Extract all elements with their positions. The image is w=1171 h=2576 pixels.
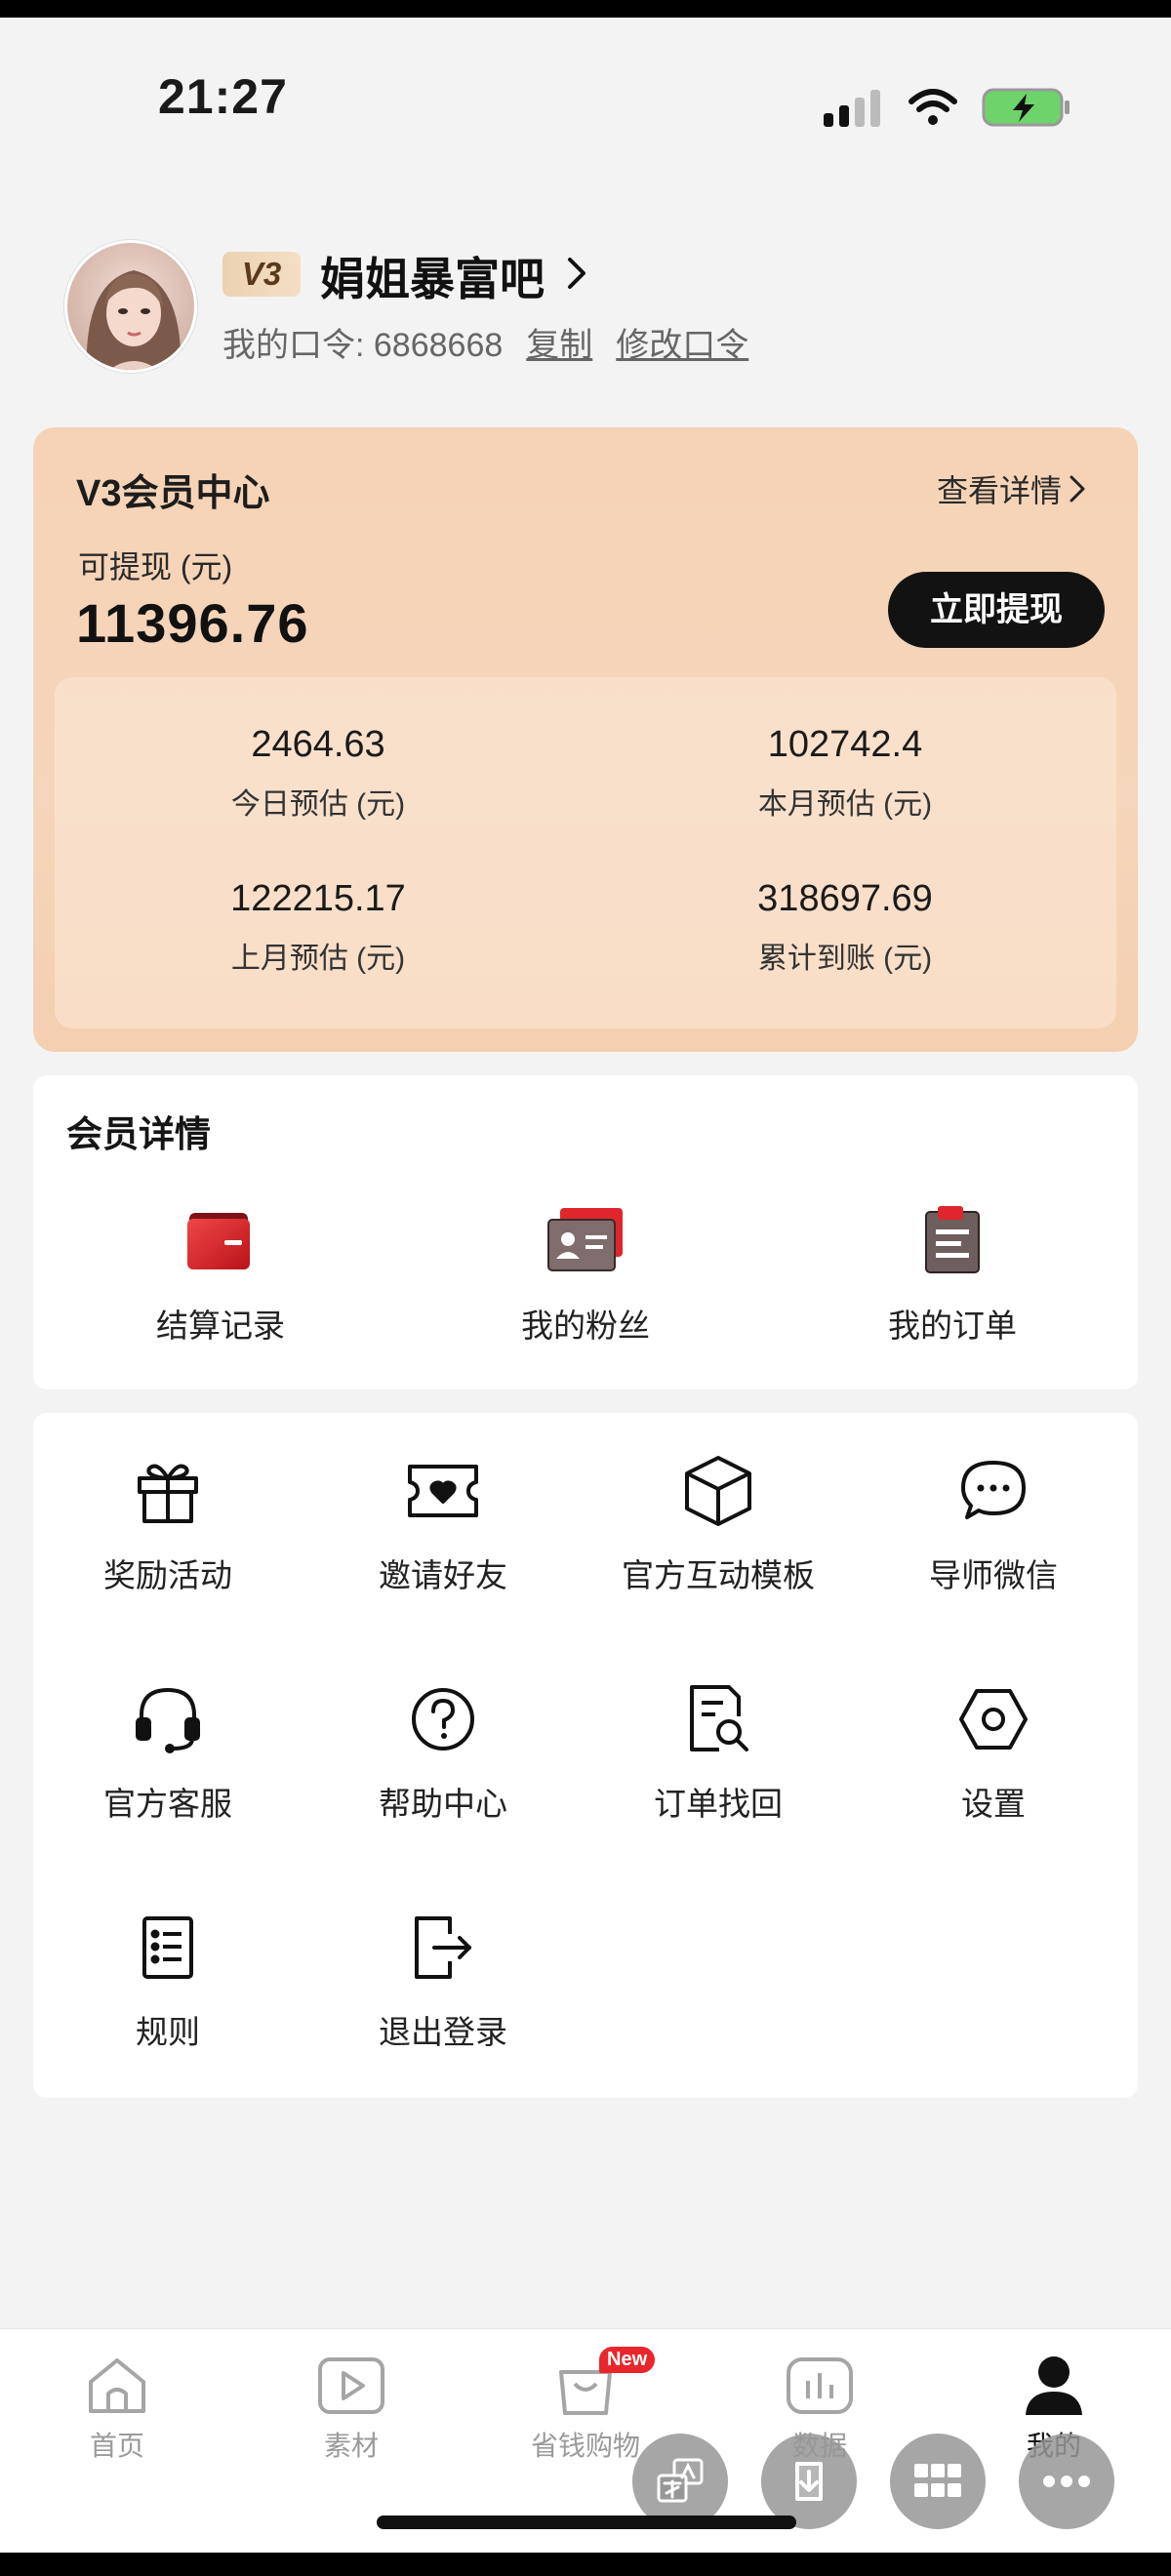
tab-materials[interactable]: 素材 — [254, 2351, 449, 2464]
settlement-records-button[interactable]: 结算记录 — [74, 1200, 367, 1347]
logout-button[interactable]: 退出登录 — [316, 1909, 570, 2053]
order-recovery-button[interactable]: 订单找回 — [591, 1680, 845, 1825]
stat-total-received: 318697.69 累计到账 (元) — [582, 878, 1109, 977]
cube-icon — [685, 1456, 751, 1526]
headset-icon — [136, 1688, 200, 1753]
more-icon — [1043, 2475, 1090, 2487]
help-center-button[interactable]: 帮助中心 — [316, 1680, 570, 1825]
stat-label: 今日预估 (元) — [230, 788, 406, 821]
logout-icon — [415, 1916, 471, 1979]
vip-center-title: V3会员中心 — [76, 473, 270, 514]
order-recovery-label: 订单找回 — [654, 1786, 783, 1822]
earnings-stats: 2464.63 今日预估 (元) 102742.4 本月预估 (元) 12221… — [55, 677, 1116, 1028]
gift-icon — [138, 1464, 198, 1523]
home-indicator[interactable] — [377, 2516, 796, 2529]
tab-home-label: 首页 — [89, 2431, 144, 2461]
translate-icon — [657, 2458, 704, 2503]
stat-this-month: 102742.4 本月预估 (元) — [582, 724, 1109, 823]
new-badge: New — [599, 2347, 656, 2373]
customer-service-label: 官方客服 — [103, 1786, 232, 1822]
home-icon — [89, 2358, 145, 2413]
top-edge — [0, 0, 1171, 18]
invite-friends-label: 邀请好友 — [379, 1557, 507, 1593]
wifi-icon — [909, 89, 957, 125]
avatar[interactable] — [64, 240, 197, 373]
settlement-records-label: 结算记录 — [156, 1308, 285, 1344]
chat-bubble-icon — [961, 1461, 1026, 1519]
stat-label: 上月预估 (元) — [230, 943, 406, 975]
tab-home[interactable]: 首页 — [20, 2351, 215, 2464]
rules-label: 规则 — [136, 2014, 200, 2050]
user-icon — [1026, 2356, 1082, 2415]
download-icon — [795, 2462, 823, 2501]
signal-icon — [824, 90, 880, 127]
interactive-templates-button[interactable]: 官方互动模板 — [591, 1452, 845, 1596]
copy-link[interactable]: 复制 — [526, 318, 592, 366]
help-icon — [412, 1688, 474, 1751]
document-search-icon — [690, 1685, 748, 1751]
stat-today: 2464.63 今日预估 (元) — [55, 724, 582, 823]
chevron-right-icon[interactable] — [564, 254, 591, 293]
reward-activities-label: 奖励活动 — [103, 1557, 232, 1593]
level-badge: V3 — [222, 252, 301, 297]
stat-label: 累计到账 (元) — [757, 943, 933, 975]
withdrawable-label: 可提现 (元) — [78, 549, 233, 584]
stat-value: 122215.17 — [230, 878, 406, 919]
bottom-tab-bar: 首页 素材 New 省钱购物 数据 — [0, 2328, 1171, 2576]
status-bar: 21:27 — [0, 18, 1171, 183]
logout-label: 退出登录 — [379, 2014, 507, 2050]
view-details-label: 查看详情 — [936, 473, 1062, 508]
tab-materials-label: 素材 — [323, 2431, 379, 2461]
settings-icon — [959, 1689, 1028, 1750]
grid-icon — [914, 2464, 961, 2497]
invite-code-row: 我的口令: 6868668 复制 修改口令 — [222, 318, 748, 366]
edit-code-link[interactable]: 修改口令 — [616, 318, 748, 366]
tools-panel: 奖励活动 邀请好友 官方互动模板 导师微信 官方客服 帮助中心 订单找回 设置 … — [33, 1413, 1138, 2098]
mentor-wechat-label: 导师微信 — [929, 1557, 1058, 1593]
chevron-right-icon — [1070, 475, 1085, 503]
wallet-icon — [187, 1213, 250, 1269]
stat-last-month: 122215.17 上月预估 (元) — [55, 878, 582, 977]
bar-chart-icon — [787, 2357, 853, 2414]
id-card-icon — [547, 1208, 623, 1271]
play-icon — [318, 2357, 384, 2414]
bottom-edge — [0, 2553, 1171, 2576]
reward-activities-button[interactable]: 奖励活动 — [41, 1452, 295, 1596]
my-fans-label: 我的粉丝 — [521, 1308, 650, 1344]
stat-value: 2464.63 — [251, 724, 385, 765]
status-icons — [822, 86, 1071, 129]
ticket-heart-icon — [408, 1465, 478, 1517]
stat-value: 318697.69 — [757, 878, 933, 919]
help-center-label: 帮助中心 — [379, 1786, 507, 1822]
withdrawable-amount: 11396.76 — [76, 592, 309, 654]
my-orders-button[interactable]: 我的订单 — [806, 1200, 1099, 1347]
interactive-templates-label: 官方互动模板 — [622, 1557, 815, 1593]
member-details-panel: 会员详情 结算记录 我的粉丝 我的订单 — [33, 1075, 1138, 1389]
stat-label: 本月预估 (元) — [757, 788, 933, 821]
apps-grid-button[interactable] — [890, 2434, 986, 2529]
settings-button[interactable]: 设置 — [867, 1680, 1120, 1825]
list-icon — [142, 1916, 193, 1979]
stat-value: 102742.4 — [767, 724, 923, 765]
my-orders-label: 我的订单 — [888, 1308, 1017, 1344]
clipboard-icon — [925, 1206, 980, 1273]
view-details-link[interactable]: 查看详情 — [937, 466, 1087, 511]
vip-center-card: V3会员中心 查看详情 可提现 (元) 11396.76 立即提现 2464.6… — [33, 427, 1138, 1052]
battery-icon — [982, 88, 1070, 127]
rules-button[interactable]: 规则 — [41, 1909, 295, 2053]
more-options-button[interactable] — [1019, 2434, 1114, 2529]
my-fans-button[interactable]: 我的粉丝 — [439, 1200, 732, 1347]
user-name[interactable]: 娟姐暴富吧 — [320, 244, 545, 308]
customer-service-button[interactable]: 官方客服 — [41, 1680, 295, 1825]
settings-label: 设置 — [961, 1786, 1026, 1822]
mentor-wechat-button[interactable]: 导师微信 — [867, 1452, 1120, 1596]
withdraw-button[interactable]: 立即提现 — [888, 572, 1105, 648]
invite-code: 我的口令: 6868668 — [222, 327, 504, 364]
member-details-title: 会员详情 — [66, 1114, 211, 1154]
status-time: 21:27 — [158, 69, 288, 124]
profile-header: V3 娟姐暴富吧 我的口令: 6868668 复制 修改口令 — [64, 240, 1138, 377]
invite-friends-button[interactable]: 邀请好友 — [316, 1452, 570, 1596]
